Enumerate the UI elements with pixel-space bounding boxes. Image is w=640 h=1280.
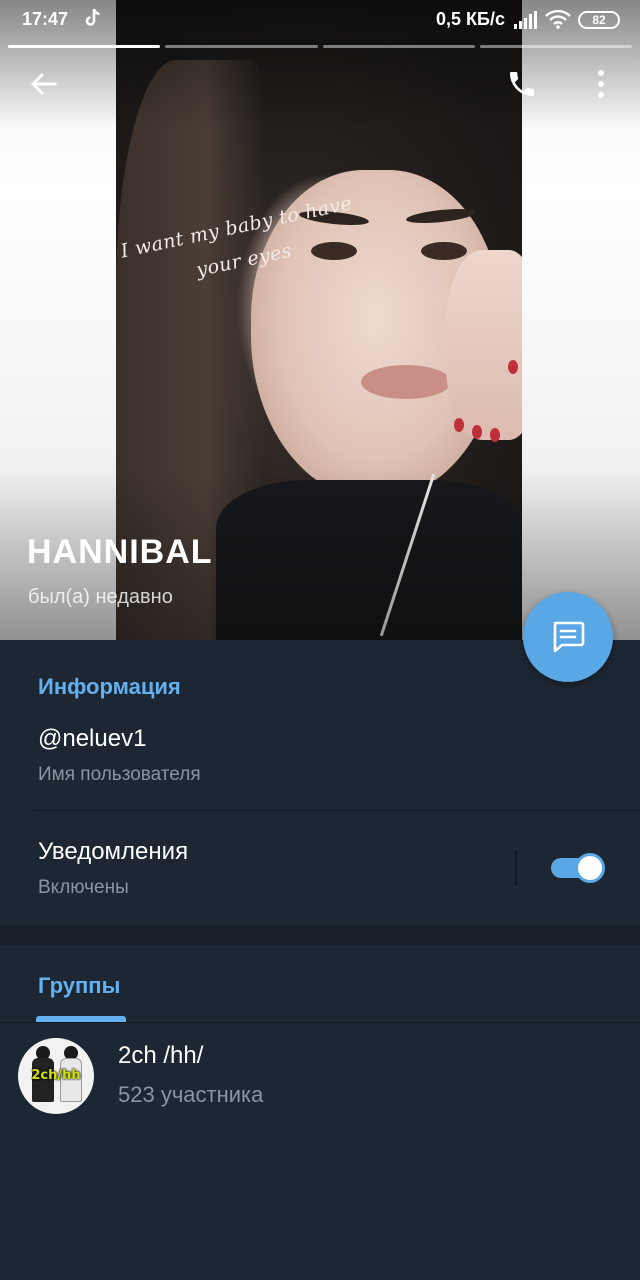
story-progress-segment (479, 45, 632, 48)
group-avatar[interactable]: 2ch/hh (18, 1038, 94, 1114)
username-label: Имя пользователя (38, 764, 201, 785)
more-options-button[interactable] (577, 60, 625, 108)
status-time: 17:47 (22, 9, 69, 29)
photo-lips (361, 365, 451, 399)
story-progress-segment (322, 45, 475, 48)
network-speed: 0,5 КБ/с (436, 9, 505, 29)
phone-icon (510, 72, 534, 96)
notifications-toggle[interactable] (549, 852, 607, 884)
notifications-state: Включены (38, 877, 129, 898)
story-progress-segment (165, 45, 318, 48)
story-progress-segment (8, 45, 161, 48)
profile-name: HANNIBAL (27, 533, 213, 571)
photo-nail (508, 360, 518, 374)
call-button[interactable] (498, 60, 546, 108)
last-seen-status: был(а) недавно (28, 586, 173, 608)
section-gap (0, 925, 640, 945)
status-bar: 17:47 0,5 КБ/с 82 (0, 0, 640, 40)
username-value[interactable]: @neluev1 (38, 725, 146, 753)
divider (34, 810, 640, 811)
tab-divider (0, 1022, 640, 1023)
back-icon (31, 73, 57, 95)
photo-eye-right (421, 242, 467, 260)
photo-nail (490, 428, 500, 442)
photo-nail (454, 418, 464, 432)
vertical-divider (515, 850, 517, 886)
tab-groups[interactable]: Группы (38, 973, 120, 999)
signal-icon (514, 11, 538, 34)
wifi-icon (545, 9, 571, 34)
group-avatar-logo: 2ch/hh (31, 1068, 81, 1083)
photo-nail (472, 425, 482, 439)
more-vert-icon (598, 70, 604, 98)
group-name[interactable]: 2ch /hh/ (118, 1042, 203, 1070)
tiktok-icon (84, 8, 102, 33)
group-member-count: 523 участника (118, 1082, 264, 1107)
toggle-knob (575, 853, 605, 883)
photo-hand (446, 250, 522, 440)
back-button[interactable] (20, 60, 68, 108)
battery-icon: 82 (578, 11, 620, 29)
notifications-label[interactable]: Уведомления (38, 838, 188, 866)
story-progress (8, 45, 632, 49)
info-section-title: Информация (38, 674, 181, 699)
message-icon (553, 621, 585, 653)
send-message-button[interactable] (523, 592, 613, 682)
